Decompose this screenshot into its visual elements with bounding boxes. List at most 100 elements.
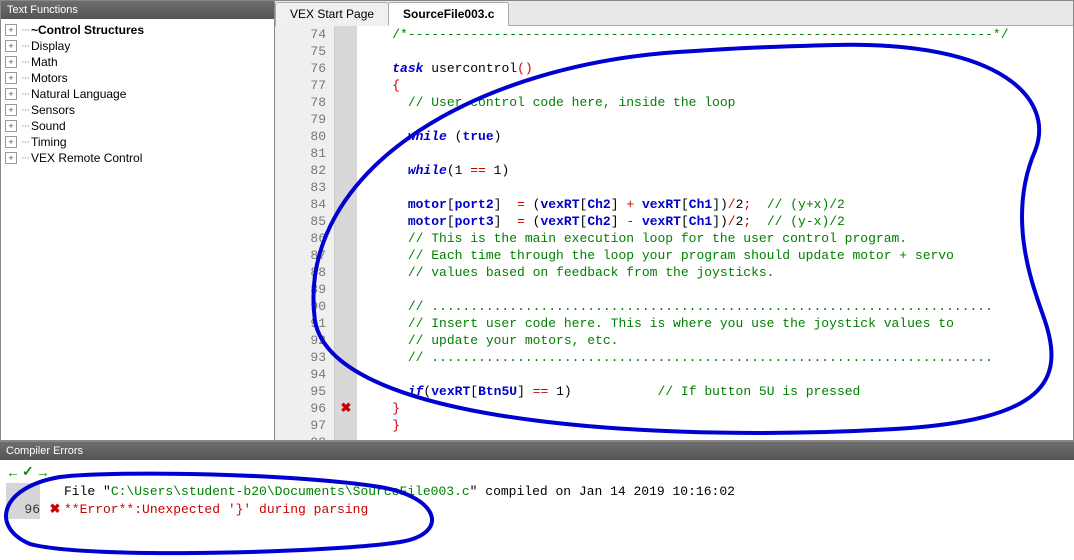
code-editor[interactable]: 74 /*-----------------------------------… [275,26,1073,440]
tree-item-label: Math [31,55,58,69]
code-line[interactable]: 93 // ..................................… [275,349,1073,366]
code-line[interactable]: 90 // ..................................… [275,298,1073,315]
gutter-mark [335,315,357,332]
error-marker-icon: ✖ [341,401,352,416]
code-text: /*--------------------------------------… [357,26,1009,43]
expand-icon[interactable]: + [5,152,17,164]
code-text: // This is the main execution loop for t… [357,230,907,247]
file-path: C:\Users\student-b20\Documents\SourceFil… [111,484,470,499]
gutter-mark [335,383,357,400]
tree-item-8[interactable]: +···VEX Remote Control [1,150,274,166]
gutter-mark [335,94,357,111]
code-line[interactable]: 83 [275,179,1073,196]
code-line[interactable]: 82 while(1 == 1) [275,162,1073,179]
code-line[interactable]: 79 [275,111,1073,128]
tab-bar: VEX Start PageSourceFile003.c [275,1,1073,26]
code-text: } [357,400,400,417]
errors-output[interactable]: File "C:\Users\student-b20\Documents\Sou… [0,483,1074,525]
error-line[interactable]: 96 ✖ **Error**:Unexpected '}' during par… [6,501,1068,519]
code-line[interactable]: 98 [275,434,1073,440]
tree-item-label: Timing [31,135,67,149]
code-text: task usercontrol() [357,60,533,77]
tree-item-label: VEX Remote Control [31,151,142,165]
line-number: 75 [275,43,335,60]
line-number: 93 [275,349,335,366]
code-line[interactable]: 76 task usercontrol() [275,60,1073,77]
error-message: **Error**:Unexpected '}' during parsing [64,501,368,519]
check-icon[interactable]: ✓ [22,463,34,480]
code-line[interactable]: 77 { [275,77,1073,94]
tree-item-1[interactable]: +···Display [1,38,274,54]
code-line[interactable]: 95 if(vexRT[Btn5U] == 1) // If button 5U… [275,383,1073,400]
code-line[interactable]: 85 motor[port3] = (vexRT[Ch2] - vexRT[Ch… [275,213,1073,230]
line-number: 88 [275,264,335,281]
code-text: motor[port2] = (vexRT[Ch2] + vexRT[Ch1])… [357,196,845,213]
code-text [357,43,361,60]
gutter-mark [335,247,357,264]
function-tree[interactable]: +···~Control Structures+···Display+···Ma… [1,19,274,440]
tab-0[interactable]: VEX Start Page [275,2,389,26]
gutter-mark [335,196,357,213]
code-line[interactable]: 94 [275,366,1073,383]
code-line[interactable]: 84 motor[port2] = (vexRT[Ch2] + vexRT[Ch… [275,196,1073,213]
tree-item-label: Sensors [31,103,75,117]
expand-icon[interactable]: + [5,104,17,116]
code-line[interactable]: 91 // Insert user code here. This is whe… [275,315,1073,332]
code-line[interactable]: 81 [275,145,1073,162]
expand-icon[interactable]: + [5,120,17,132]
code-line[interactable]: 92 // update your motors, etc. [275,332,1073,349]
tree-item-2[interactable]: +···Math [1,54,274,70]
code-text: // .....................................… [357,298,993,315]
sidebar-title: Text Functions [1,1,274,19]
sidebar-panel: Text Functions +···~Control Structures+·… [0,0,275,441]
expand-icon[interactable]: + [5,56,17,68]
gutter-mark [335,281,357,298]
code-line[interactable]: 89 [275,281,1073,298]
line-number: 91 [275,315,335,332]
line-number: 81 [275,145,335,162]
tree-item-label: Motors [31,71,68,85]
code-line[interactable]: 97 } [275,417,1073,434]
code-line[interactable]: 78 // User control code here, inside the… [275,94,1073,111]
gutter-mark [335,43,357,60]
tab-1[interactable]: SourceFile003.c [388,2,509,26]
error-line-number: 96 [6,501,40,519]
code-text: } [357,417,400,434]
line-number: 98 [275,434,335,440]
gutter-mark [335,26,357,43]
expand-icon[interactable]: + [5,72,17,84]
expand-icon[interactable]: + [5,40,17,52]
tree-item-7[interactable]: +···Timing [1,134,274,150]
tree-item-0[interactable]: +···~Control Structures [1,22,274,38]
expand-icon[interactable]: + [5,136,17,148]
gutter-mark [335,349,357,366]
expand-icon[interactable]: + [5,24,17,36]
code-text: if(vexRT[Btn5U] == 1) // If button 5U is… [357,383,860,400]
next-error-icon[interactable]: → [36,464,50,480]
tree-item-6[interactable]: +···Sound [1,118,274,134]
tree-item-4[interactable]: +···Natural Language [1,86,274,102]
line-number: 74 [275,26,335,43]
gutter-mark [335,111,357,128]
code-line[interactable]: 75 [275,43,1073,60]
line-number: 96 [275,400,335,417]
code-line[interactable]: 87 // Each time through the loop your pr… [275,247,1073,264]
line-number: 87 [275,247,335,264]
gutter-mark [335,179,357,196]
tree-item-3[interactable]: +···Motors [1,70,274,86]
code-text [357,179,361,196]
code-line[interactable]: 74 /*-----------------------------------… [275,26,1073,43]
gutter-mark [335,213,357,230]
file-prefix: File " [64,484,111,499]
file-suffix: " compiled on Jan 14 2019 10:16:02 [470,484,735,499]
code-text: // Each time through the loop your progr… [357,247,954,264]
prev-error-icon[interactable]: ← [6,464,20,480]
code-line[interactable]: 80 while (true) [275,128,1073,145]
code-line[interactable]: 86 // This is the main execution loop fo… [275,230,1073,247]
tree-item-5[interactable]: +···Sensors [1,102,274,118]
gutter-mark [335,230,357,247]
line-number: 76 [275,60,335,77]
code-line[interactable]: 88 // values based on feedback from the … [275,264,1073,281]
code-line[interactable]: 96 ✖ } [275,400,1073,417]
expand-icon[interactable]: + [5,88,17,100]
